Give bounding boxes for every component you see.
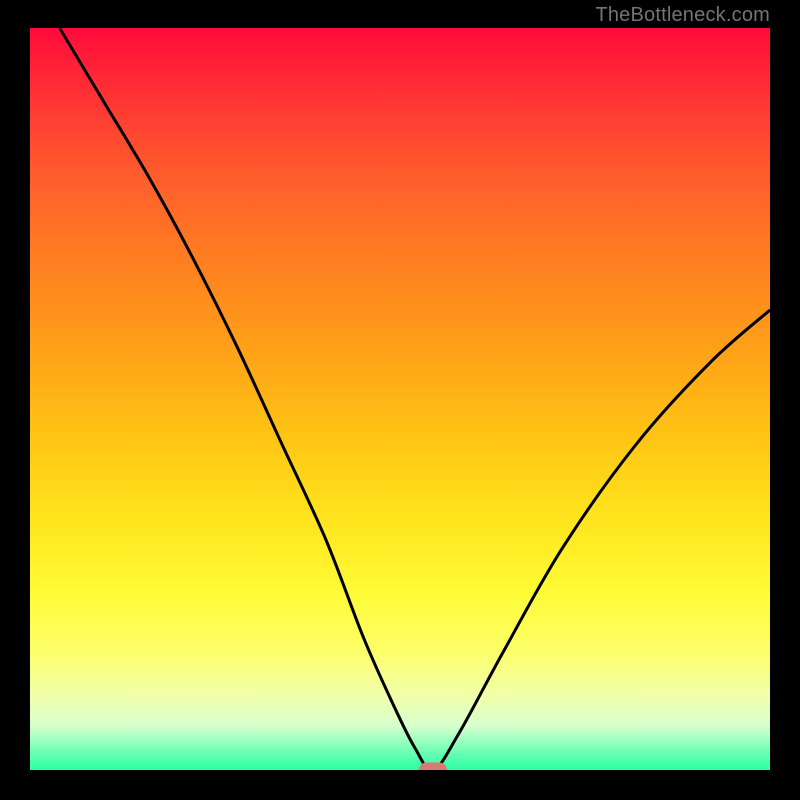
bottleneck-curve (60, 28, 770, 770)
curve-layer (30, 28, 770, 770)
minimum-marker (419, 763, 447, 771)
chart-container: TheBottleneck.com (0, 0, 800, 800)
plot-area (30, 28, 770, 770)
attribution-label: TheBottleneck.com (595, 4, 770, 27)
